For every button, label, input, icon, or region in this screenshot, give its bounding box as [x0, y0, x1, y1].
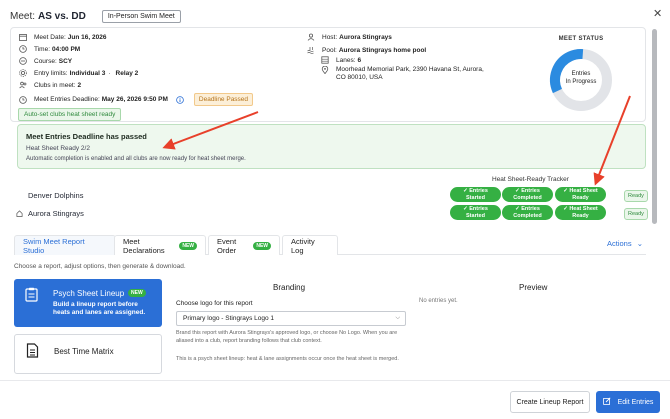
tab-event-order[interactable]: Event Order NEW: [208, 235, 280, 255]
studio-instructions: Choose a report, adjust options, then ge…: [14, 263, 186, 270]
psych-sheet-card[interactable]: Psych Sheet Lineup NEW Build a lineup re…: [14, 279, 162, 327]
heat-sheet-ready-pill: ✓ Heat Sheet Ready: [555, 205, 606, 220]
psych-sheet-title: Psych Sheet Lineup: [53, 289, 125, 298]
actions-menu[interactable]: Actions ⌄: [607, 239, 643, 248]
info-icon[interactable]: [176, 95, 184, 104]
branding-heading: Branding: [273, 283, 306, 292]
meet-status: MEET STATUS Entries In Progress: [546, 36, 616, 120]
meet-title: AS vs. DD: [38, 10, 86, 22]
time-row: Time: 04:00 PM: [19, 45, 80, 53]
document-icon: [26, 343, 39, 358]
calendar-icon: [19, 33, 27, 41]
new-badge: NEW: [179, 241, 197, 250]
chevron-down-icon: ⌵: [395, 315, 400, 321]
address-text: Moorhead Memorial Park, 2390 Havana St, …: [336, 66, 484, 81]
edit-entries-button[interactable]: Edit Entries: [596, 391, 660, 413]
address-row: Moorhead Memorial Park, 2390 Havana St, …: [321, 66, 484, 82]
course-icon: [19, 57, 27, 65]
club-name: Aurora Stingrays: [28, 209, 84, 218]
lanes-row: Lanes: 6: [321, 56, 361, 64]
club-status-badge: Ready: [624, 190, 648, 202]
logo-select[interactable]: Primary logo - Stingrays Logo 1 ⌵: [176, 311, 406, 326]
tab-report-studio[interactable]: Swim Meet Report Studio: [14, 235, 116, 255]
club-row-host: Aurora Stingrays: [16, 209, 84, 218]
edit-icon: [602, 397, 611, 407]
entries-completed-pill: ✓ Entries Completed: [502, 187, 553, 202]
entries-started-pill: ✓ Entries Started: [450, 187, 501, 202]
deadline-row: Meet Entries Deadline: May 26, 2026 9:50 …: [19, 93, 254, 106]
clubs-row: Clubs in meet: 2: [19, 81, 81, 89]
autoset-badge: Auto-set clubs heat sheet ready: [18, 108, 122, 121]
deadline-passed-badge: Deadline Passed: [193, 93, 254, 106]
chevron-down-icon: ⌄: [636, 239, 643, 248]
logo-select-label: Choose logo for this report: [176, 300, 253, 307]
club-name: Denver Dolphins: [28, 191, 84, 200]
deadline-alert: Meet Entries Deadline has passed Heat Sh…: [17, 124, 646, 169]
alert-title: Meet Entries Deadline has passed: [26, 132, 147, 141]
clock-icon: [19, 45, 27, 53]
new-badge: NEW: [253, 241, 271, 250]
host-row: Host: Aurora Stingrays: [307, 33, 392, 41]
entries-started-pill: ✓ Entries Started: [450, 205, 501, 220]
new-badge: NEW: [128, 289, 146, 297]
meet-status-label: Entries In Progress: [565, 71, 597, 85]
preview-empty: No entries yet.: [419, 298, 458, 304]
meet-info-panel: Meet Date: Jun 16, 2026 Time: 04:00 PM Cou…: [10, 27, 646, 122]
branding-help: Brand this report with Aurora Stingrays'…: [176, 330, 398, 344]
user-icon: [307, 33, 315, 41]
users-icon: [19, 81, 27, 89]
meet-label: Meet:: [10, 10, 36, 22]
lanes-icon: [321, 56, 329, 64]
create-lineup-report-button[interactable]: Create Lineup Report: [510, 391, 590, 413]
meet-status-title: MEET STATUS: [558, 36, 604, 42]
close-icon[interactable]: ✕: [653, 7, 662, 20]
preview-heading: Preview: [519, 283, 548, 292]
scrollbar[interactable]: [652, 29, 657, 224]
settings-icon: [19, 69, 27, 77]
tab-meet-declarations[interactable]: Meet Declarations NEW: [114, 235, 206, 255]
entry-limits-row: Entry limits: Individual 3 · Relay 2: [19, 69, 138, 77]
home-icon: [16, 210, 23, 217]
course-row: Course: SCY: [19, 57, 72, 65]
best-time-title: Best Time Matrix: [54, 347, 114, 356]
club-status-badge: Ready: [624, 208, 648, 220]
tab-activity-log[interactable]: Activity Log: [282, 235, 338, 255]
alert-body: Automatic completion is enabled and all …: [26, 156, 246, 162]
meet-type-chip: In-Person Swim Meet: [101, 9, 181, 23]
clock-icon: [19, 95, 27, 104]
psych-sheet-help: This is a psych sheet lineup: heat & lan…: [176, 356, 399, 362]
tab-bar: Swim Meet Report Studio Meet Declaration…: [14, 235, 646, 255]
heat-sheet-ready-pill: ✓ Heat Sheet Ready: [555, 187, 606, 202]
map-pin-icon: [321, 66, 329, 74]
meet-modal: Meet: AS vs. DD In-Person Swim Meet ✕ Me…: [0, 0, 670, 419]
tracker-title: Heat Sheet-Ready Tracker: [492, 176, 569, 183]
pool-row: Pool: Aurora Stingrays home pool: [307, 46, 426, 54]
modal-header: Meet: AS vs. DD In-Person Swim Meet: [10, 9, 181, 23]
psych-sheet-desc: Build a lineup report before heats and l…: [53, 301, 146, 316]
best-time-card[interactable]: Best Time Matrix: [14, 334, 162, 374]
pool-icon: [307, 46, 315, 54]
alert-subtitle: Heat Sheet Ready 2/2: [26, 145, 90, 152]
meet-date-row: Meet Date: Jun 16, 2026: [19, 33, 106, 41]
clipboard-icon: [25, 287, 38, 302]
entries-completed-pill: ✓ Entries Completed: [502, 205, 553, 220]
